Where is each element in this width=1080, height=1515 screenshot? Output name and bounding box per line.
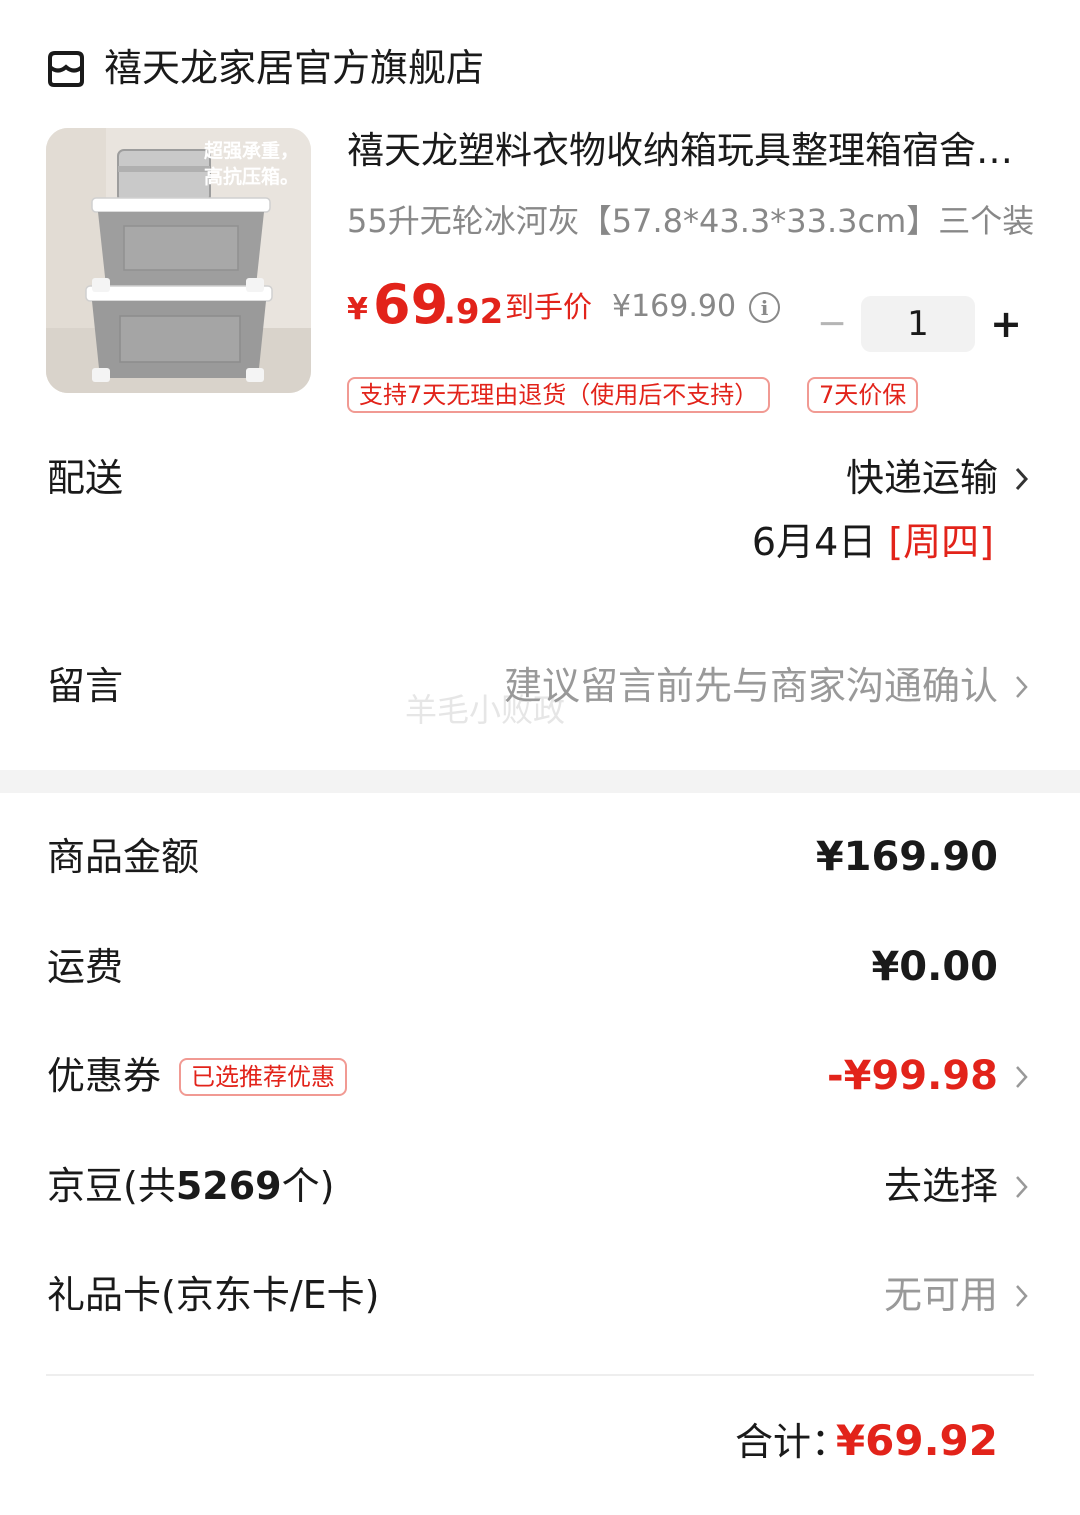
total-label: 合计：: [735, 1420, 850, 1464]
shop-name[interactable]: 禧天龙家居官方旗舰店: [104, 44, 484, 92]
goods-amount-label: 商品金额: [47, 835, 200, 879]
divider: [46, 1374, 1034, 1376]
message-input[interactable]: 建议留言前先与商家沟通确认: [504, 662, 998, 710]
gift-card-label: 礼品卡(京东卡/E卡): [47, 1273, 380, 1317]
shipping-fee-label: 运费: [47, 945, 124, 989]
image-promo-text: 超强承重， 高抗压箱。: [204, 140, 300, 188]
coupon-amount[interactable]: -¥99.98: [827, 1052, 998, 1100]
chevron-right-icon[interactable]: [1014, 1063, 1030, 1091]
goods-amount-value: ¥169.90: [815, 834, 998, 880]
price-protection-tag: 7天价保: [807, 377, 919, 413]
product-title[interactable]: 禧天龙塑料衣物收纳箱玩具整理箱宿舍储物箱55L: [347, 126, 1027, 176]
chevron-right-icon[interactable]: [1014, 673, 1030, 701]
quantity-decrease-button[interactable]: −: [812, 300, 852, 348]
delivery-date-text: 6月4日: [751, 520, 877, 564]
price-decimal: .92: [443, 292, 504, 332]
coupon-label: 优惠券: [47, 1054, 162, 1098]
delivery-label: 配送: [47, 456, 124, 500]
final-price-label: 到手价: [505, 290, 593, 324]
shipping-fee-value: ¥0.00: [871, 944, 998, 990]
jingdou-label: 京豆(共5269个): [47, 1162, 334, 1210]
store-icon: [46, 50, 86, 88]
message-label: 留言: [47, 664, 124, 708]
jingdou-label-suffix: 个): [281, 1164, 335, 1208]
delivery-method[interactable]: 快递运输: [846, 454, 998, 502]
price-integer: 69: [373, 273, 449, 336]
quantity-input[interactable]: 1: [861, 296, 975, 352]
chevron-right-icon[interactable]: [1014, 1282, 1030, 1310]
return-policy-tag: 支持7天无理由退货（使用后不支持）: [347, 377, 771, 413]
price-currency: ¥: [347, 292, 368, 327]
info-icon[interactable]: i: [749, 292, 780, 323]
delivery-date: 6月4日 [周四]: [752, 518, 994, 566]
original-price: ¥169.90: [612, 289, 737, 324]
chevron-right-icon[interactable]: [1014, 465, 1030, 493]
jingdou-label-prefix: 京豆(共: [47, 1164, 176, 1208]
jingdou-count: 5269: [175, 1164, 282, 1208]
gift-card-status[interactable]: 无可用: [884, 1271, 998, 1319]
section-divider: [0, 770, 1080, 793]
quantity-increase-button[interactable]: +: [985, 300, 1027, 348]
chevron-right-icon[interactable]: [1014, 1173, 1030, 1201]
product-image[interactable]: 超强承重， 高抗压箱。: [46, 128, 311, 393]
delivery-weekday: [周四]: [888, 520, 994, 564]
jingdou-select[interactable]: 去选择: [884, 1162, 998, 1210]
product-spec[interactable]: 55升无轮冰河灰【57.8*43.3*33.3cm】三个装: [347, 198, 1047, 244]
total-value: ¥69.92: [835, 1416, 998, 1465]
coupon-badge: 已选推荐优惠: [179, 1058, 347, 1096]
